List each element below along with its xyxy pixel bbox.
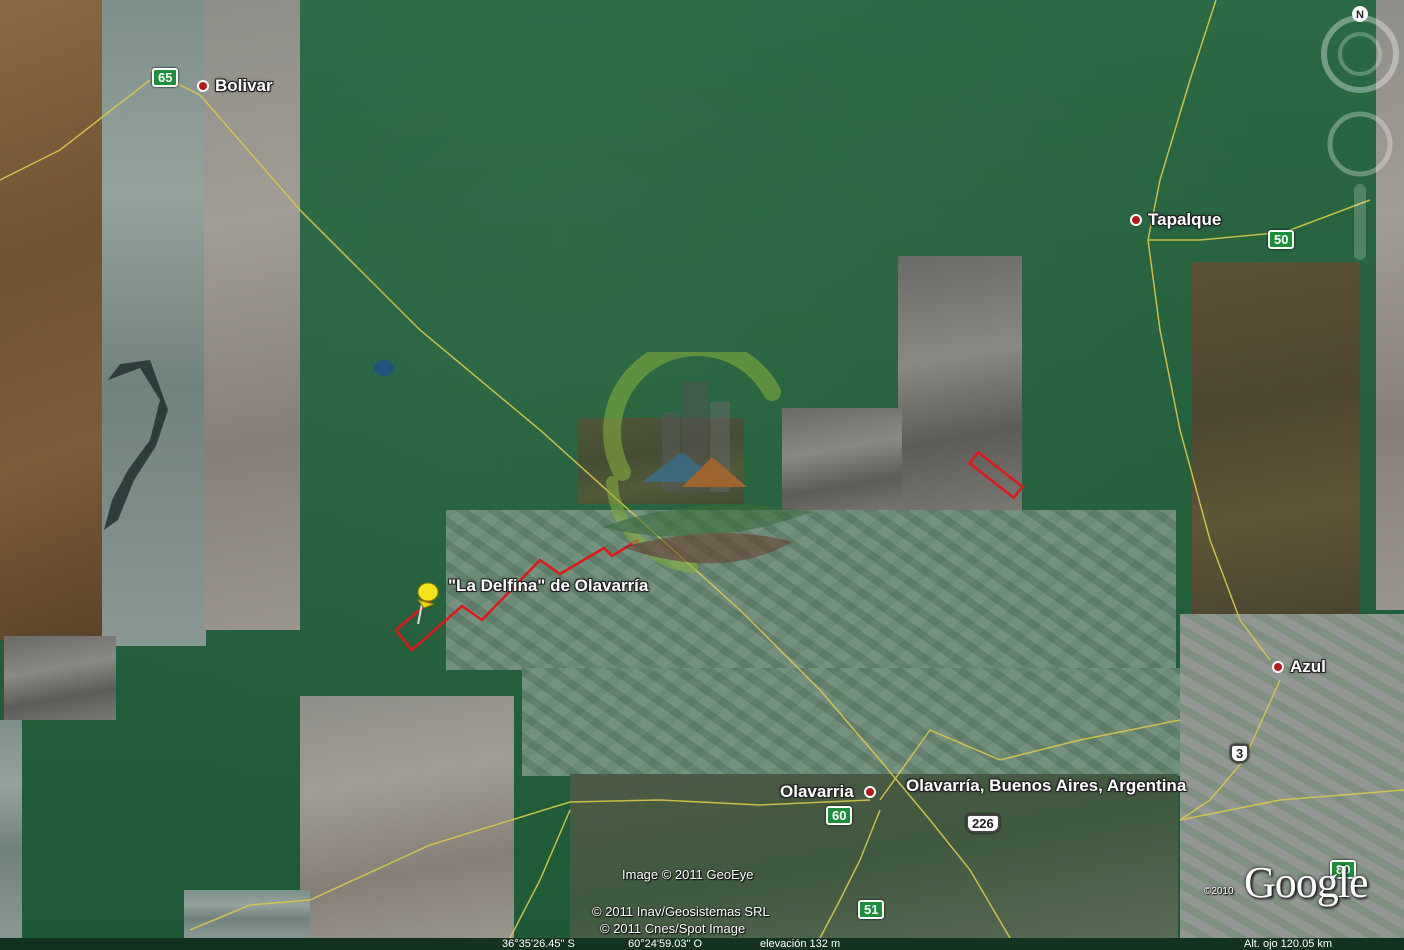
road-bolivar-olavarria bbox=[149, 69, 1011, 939]
route-shield: 226 bbox=[966, 814, 1000, 833]
place-label: Azul bbox=[1290, 657, 1326, 676]
status-altitude: Alt. ojo 120.05 km bbox=[1244, 938, 1333, 950]
route-shield: 65 bbox=[152, 68, 179, 87]
place-marker-icon bbox=[197, 80, 209, 92]
place-olavarria[interactable]: Olavarria bbox=[780, 782, 876, 802]
credit-inav: © 2011 Inav/Geosistemas SRL bbox=[592, 904, 770, 919]
parcel-northeast bbox=[967, 450, 1025, 500]
status-elevation: elevación 132 m bbox=[760, 938, 841, 950]
status-longitude: 60°24'59.03" O bbox=[628, 938, 703, 950]
search-result-label[interactable]: Olavarría, Buenos Aires, Argentina bbox=[906, 776, 1186, 796]
lagoon-bolivar bbox=[104, 360, 168, 530]
credit-image: Image © 2011 GeoEye bbox=[622, 867, 754, 882]
place-marker-icon bbox=[1272, 661, 1284, 673]
road-south bbox=[509, 809, 571, 939]
route-shield: 3 bbox=[1230, 744, 1250, 763]
road-route-60 bbox=[309, 799, 871, 901]
road-west bbox=[0, 79, 151, 181]
move-ring bbox=[1327, 111, 1393, 177]
road-tapalque bbox=[1147, 0, 1271, 661]
place-label: Bolivar bbox=[215, 76, 273, 95]
satellite-map[interactable]: 65 50 3 60 226 51 80 Bolivar Tapalque Az… bbox=[0, 0, 1404, 950]
road-southwest bbox=[189, 899, 311, 931]
place-marker-icon bbox=[863, 786, 876, 798]
credit-cnes: © 2011 Cnes/Spot Image bbox=[600, 921, 746, 936]
watermark-logo bbox=[602, 352, 812, 573]
place-azul[interactable]: Azul bbox=[1272, 657, 1326, 677]
status-latitude: 36°35'26.45" S bbox=[502, 938, 575, 950]
place-bolivar[interactable]: Bolivar bbox=[197, 76, 273, 96]
route-shield: 60 bbox=[826, 806, 853, 825]
zoom-slider bbox=[1354, 184, 1366, 260]
placemark-la-delfina[interactable]: "La Delfina" de Olavarría bbox=[448, 576, 648, 596]
navigation-controls[interactable]: N bbox=[1316, 4, 1400, 264]
road-east bbox=[1179, 789, 1404, 821]
google-logo: Google bbox=[1244, 858, 1369, 907]
place-label: Olavarria bbox=[780, 782, 854, 801]
route-shield: 51 bbox=[858, 900, 885, 919]
pushpin-icon[interactable] bbox=[410, 578, 444, 628]
look-ring bbox=[1321, 15, 1399, 93]
placemark-label: "La Delfina" de Olavarría bbox=[448, 576, 649, 595]
water-bodies bbox=[374, 360, 394, 376]
route-shield: 50 bbox=[1268, 230, 1295, 249]
place-marker-icon bbox=[1130, 214, 1142, 226]
compass-north-icon: N bbox=[1356, 9, 1364, 21]
credit-copyright-year: ©2010 bbox=[1204, 886, 1234, 897]
search-result-text: Olavarría, Buenos Aires, Argentina bbox=[906, 776, 1187, 795]
place-tapalque[interactable]: Tapalque bbox=[1130, 210, 1221, 230]
place-label: Tapalque bbox=[1148, 210, 1222, 229]
